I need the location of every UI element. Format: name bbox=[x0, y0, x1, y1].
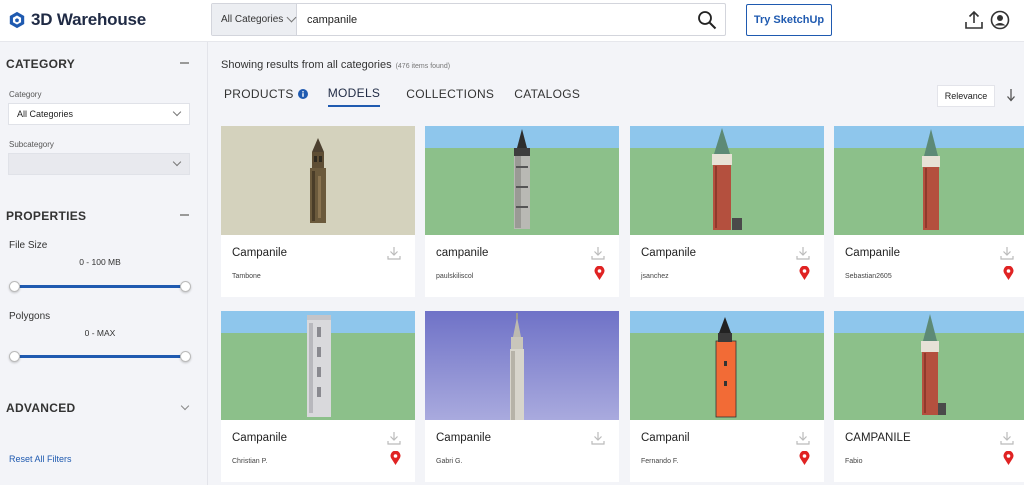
tab-products[interactable]: PRODUCTS bbox=[224, 86, 308, 107]
model-title[interactable]: CAMPANILE bbox=[845, 432, 911, 444]
subcategory-label: Subcategory bbox=[9, 140, 54, 149]
model-author[interactable]: Tambone bbox=[232, 273, 261, 280]
polygons-slider-track[interactable] bbox=[13, 355, 186, 358]
tab-models[interactable]: MODELS bbox=[327, 86, 381, 107]
model-title[interactable]: Campanile bbox=[845, 247, 900, 259]
chevron-down-icon bbox=[172, 157, 182, 167]
location-pin-icon[interactable] bbox=[1003, 266, 1014, 280]
file-size-slider-track[interactable] bbox=[13, 285, 186, 288]
category-heading: CATEGORY bbox=[6, 57, 76, 71]
search-category-label: All Categories bbox=[221, 14, 284, 25]
sort-dropdown[interactable]: Relevance bbox=[937, 85, 995, 107]
location-pin-icon[interactable] bbox=[799, 266, 810, 280]
collapse-minus-icon[interactable] bbox=[180, 214, 189, 216]
info-icon[interactable] bbox=[297, 89, 308, 99]
chevron-down-icon[interactable] bbox=[180, 401, 190, 411]
polygons-min-thumb[interactable] bbox=[9, 351, 20, 362]
result-tabs: PRODUCTS MODELS COLLECTIONS CATALOGS bbox=[224, 86, 600, 107]
file-size-label: File Size bbox=[9, 240, 48, 251]
sort-direction-icon[interactable] bbox=[1005, 88, 1017, 102]
model-card[interactable]: campanile paulskiliscol bbox=[425, 126, 619, 297]
logo-text: 3D Warehouse bbox=[31, 10, 147, 29]
model-card[interactable]: Campanile Gabri G. bbox=[425, 311, 619, 482]
search-category-select[interactable]: All Categories bbox=[212, 4, 297, 35]
results-text: Showing results from all categories bbox=[221, 59, 392, 71]
model-title[interactable]: Campanile bbox=[436, 432, 491, 444]
model-author[interactable]: jsanchez bbox=[641, 273, 669, 280]
location-pin-icon[interactable] bbox=[390, 451, 401, 465]
tab-models-label: MODELS bbox=[327, 86, 381, 100]
model-title[interactable]: campanile bbox=[436, 247, 488, 259]
polygons-label: Polygons bbox=[9, 311, 51, 322]
model-card[interactable]: Campanile Christian P. bbox=[221, 311, 415, 482]
model-title[interactable]: Campanile bbox=[232, 432, 287, 444]
model-author[interactable]: paulskiliscol bbox=[436, 273, 473, 280]
model-title[interactable]: Campanile bbox=[641, 247, 696, 259]
warehouse-logo-icon bbox=[9, 11, 25, 29]
tab-catalogs[interactable]: CATALOGS bbox=[514, 86, 580, 107]
location-pin-icon[interactable] bbox=[799, 451, 810, 465]
category-dropdown-value: All Categories bbox=[17, 109, 74, 119]
model-author[interactable]: Sebastian2605 bbox=[845, 273, 892, 280]
polygons-max-thumb[interactable] bbox=[180, 351, 191, 362]
collapse-minus-icon[interactable] bbox=[180, 62, 189, 64]
location-pin-icon[interactable] bbox=[1003, 451, 1014, 465]
reset-filters-link[interactable]: Reset All Filters bbox=[9, 454, 72, 464]
properties-heading: PROPERTIES bbox=[6, 209, 87, 223]
upload-icon[interactable] bbox=[964, 10, 984, 30]
model-thumbnail[interactable] bbox=[834, 311, 1024, 420]
chevron-down-icon bbox=[286, 12, 297, 23]
category-dropdown[interactable]: All Categories bbox=[8, 103, 190, 125]
model-author[interactable]: Fernando F. bbox=[641, 458, 678, 465]
model-card[interactable]: Campanile Sebastian2605 bbox=[834, 126, 1024, 297]
results-count: (476 items found) bbox=[395, 63, 451, 70]
file-size-min-thumb[interactable] bbox=[9, 281, 20, 292]
tab-catalogs-label: CATALOGS bbox=[514, 87, 581, 101]
model-card[interactable]: Campanile jsanchez bbox=[630, 126, 824, 297]
download-icon[interactable] bbox=[796, 246, 810, 260]
model-thumbnail[interactable] bbox=[630, 126, 824, 235]
model-card[interactable]: CAMPANILE Fabio bbox=[834, 311, 1024, 482]
model-author[interactable]: Christian P. bbox=[232, 458, 267, 465]
site-logo[interactable]: 3D Warehouse bbox=[8, 10, 146, 30]
search-bar: All Categories bbox=[211, 3, 726, 36]
tab-products-label: PRODUCTS bbox=[224, 87, 294, 101]
model-title[interactable]: Campanile bbox=[232, 247, 287, 259]
download-icon[interactable] bbox=[1000, 431, 1014, 445]
model-author[interactable]: Fabio bbox=[845, 458, 863, 465]
try-sketchup-button[interactable]: Try SketchUp bbox=[746, 4, 832, 36]
chevron-down-icon bbox=[172, 107, 182, 117]
model-thumbnail[interactable] bbox=[221, 126, 415, 235]
download-icon[interactable] bbox=[387, 431, 401, 445]
download-icon[interactable] bbox=[591, 431, 605, 445]
file-size-max-thumb[interactable] bbox=[180, 281, 191, 292]
model-title[interactable]: Campanil bbox=[641, 432, 690, 444]
tab-collections[interactable]: COLLECTIONS bbox=[406, 86, 494, 107]
results-summary: Showing results from all categories (476 … bbox=[221, 59, 450, 71]
model-thumbnail[interactable] bbox=[425, 126, 619, 235]
model-author[interactable]: Gabri G. bbox=[436, 458, 462, 465]
location-pin-icon[interactable] bbox=[594, 266, 605, 280]
download-icon[interactable] bbox=[387, 246, 401, 260]
model-thumbnail[interactable] bbox=[221, 311, 415, 420]
download-icon[interactable] bbox=[796, 431, 810, 445]
search-input[interactable] bbox=[297, 4, 677, 35]
polygons-range: 0 - MAX bbox=[84, 328, 116, 338]
model-card[interactable]: Campanil Fernando F. bbox=[630, 311, 824, 482]
filter-sidebar: CATEGORY Category All Categories Subcate… bbox=[0, 42, 208, 485]
model-thumbnail[interactable] bbox=[834, 126, 1024, 235]
tab-collections-label: COLLECTIONS bbox=[406, 87, 495, 101]
model-thumbnail[interactable] bbox=[630, 311, 824, 420]
model-thumbnail[interactable] bbox=[425, 311, 619, 420]
category-label: Category bbox=[9, 90, 42, 99]
user-icon[interactable] bbox=[990, 10, 1010, 30]
model-card[interactable]: Campanile Tambone bbox=[221, 126, 415, 297]
advanced-heading[interactable]: ADVANCED bbox=[6, 401, 76, 415]
search-icon[interactable] bbox=[697, 10, 717, 30]
file-size-range: 0 - 100 MB bbox=[79, 257, 121, 267]
download-icon[interactable] bbox=[1000, 246, 1014, 260]
download-icon[interactable] bbox=[591, 246, 605, 260]
top-header: 3D Warehouse All Categories Try SketchUp bbox=[0, 0, 1024, 42]
subcategory-dropdown[interactable] bbox=[8, 153, 190, 175]
